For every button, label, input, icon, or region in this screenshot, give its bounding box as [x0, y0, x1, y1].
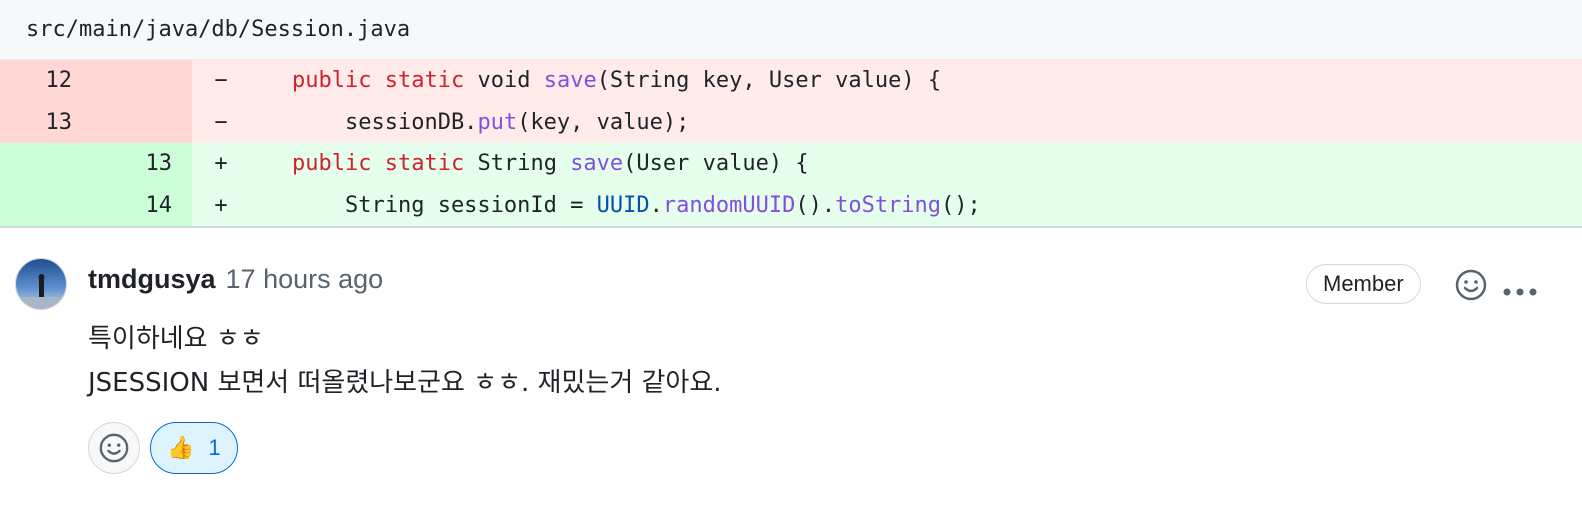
file-header: src/main/java/db/Session.java [0, 0, 1582, 60]
code-token: (String key, User value) { [596, 68, 942, 94]
line-numbers: 13 [0, 101, 192, 143]
code-token: String [464, 151, 571, 177]
smiley-icon[interactable] [1454, 268, 1488, 302]
code-line: String sessionId = UUID.randomUUID().toS… [250, 193, 981, 218]
code-cell: + String sessionId = UUID.randomUUID().t… [192, 184, 1582, 226]
code-token: public [292, 68, 372, 94]
code-token: . [649, 192, 663, 218]
code-token: public [292, 151, 372, 177]
thumbs-up-reaction-button[interactable]: 👍 1 [150, 422, 238, 474]
file-path[interactable]: src/main/java/db/Session.java [26, 17, 410, 42]
code-token: (); [941, 192, 981, 218]
code-token: String sessionId = [292, 192, 597, 218]
old-line-number[interactable]: 12 [0, 68, 73, 93]
line-numbers: 12 [0, 60, 192, 102]
code-cell: + public static String save(User value) { [192, 143, 1582, 185]
new-line-number[interactable]: 13 [72, 151, 173, 176]
code-cell: − public static void save(String key, Use… [192, 60, 1582, 102]
code-token: (key, value); [517, 109, 690, 135]
diff-row-added: 13 + public static String save(User value)… [0, 143, 1582, 185]
author-name[interactable]: tmdgusya [88, 264, 216, 295]
code-token: (User value) { [623, 151, 809, 177]
code-token: void [464, 68, 544, 94]
code-token: static [384, 68, 465, 94]
review-comment: tmdgusya 17 hours ago 특이하네요 ㅎㅎ JSESSION … [0, 228, 1582, 508]
code-token: sessionDB. [292, 109, 478, 135]
diff-row-deleted: 12− public static void save(String key, U… [0, 60, 1582, 102]
thumbs-up-icon: 👍 [167, 435, 195, 460]
kebab-horizontal-icon[interactable] [1502, 272, 1538, 304]
comment-header: tmdgusya 17 hours ago [88, 264, 383, 295]
code-line: public static String save(User value) { [250, 151, 809, 176]
old-line-number[interactable]: 13 [0, 110, 73, 135]
timestamp[interactable]: 17 hours ago [226, 264, 384, 295]
line-numbers: 14 [0, 184, 192, 226]
comment-body-line: 특이하네요 ㅎㅎ [88, 324, 264, 354]
reaction-count: 1 [208, 435, 221, 460]
smiley-icon [99, 433, 129, 463]
code-line: public static void save(String key, User… [250, 68, 941, 93]
code-token: randomUUID [662, 192, 796, 218]
diff-row-deleted: 13 − sessionDB.put(key, value); [0, 101, 1582, 143]
diff-row-added: 14 + String sessionId = UUID.randomUUID()… [0, 184, 1582, 226]
code-cell: − sessionDB.put(key, value); [192, 101, 1582, 143]
diff-marker: + [214, 192, 228, 218]
code-token: save [570, 151, 624, 177]
code-line: sessionDB.put(key, value); [250, 110, 689, 135]
reactions-bar: 👍 1 [88, 422, 238, 474]
diff-table: 12− public static void save(String key, U… [0, 60, 1582, 226]
diff-marker: − [214, 68, 228, 94]
comment-body-line: JSESSION 보면서 떠올렸나보군요 ㅎㅎ. 재밌는거 같아요. [88, 368, 722, 398]
code-token: put [477, 109, 518, 135]
code-token: toString [835, 192, 942, 218]
code-token: (). [795, 192, 836, 218]
code-token: static [384, 151, 465, 177]
avatar[interactable] [15, 258, 67, 310]
new-line-number[interactable]: 14 [72, 193, 173, 218]
diff-marker: + [214, 151, 228, 177]
code-token: UUID [596, 192, 650, 218]
member-badge: Member [1306, 264, 1421, 304]
line-numbers: 13 [0, 143, 192, 185]
code-token: save [543, 68, 597, 94]
diff-marker: − [214, 109, 228, 135]
add-reaction-button[interactable] [88, 422, 140, 474]
